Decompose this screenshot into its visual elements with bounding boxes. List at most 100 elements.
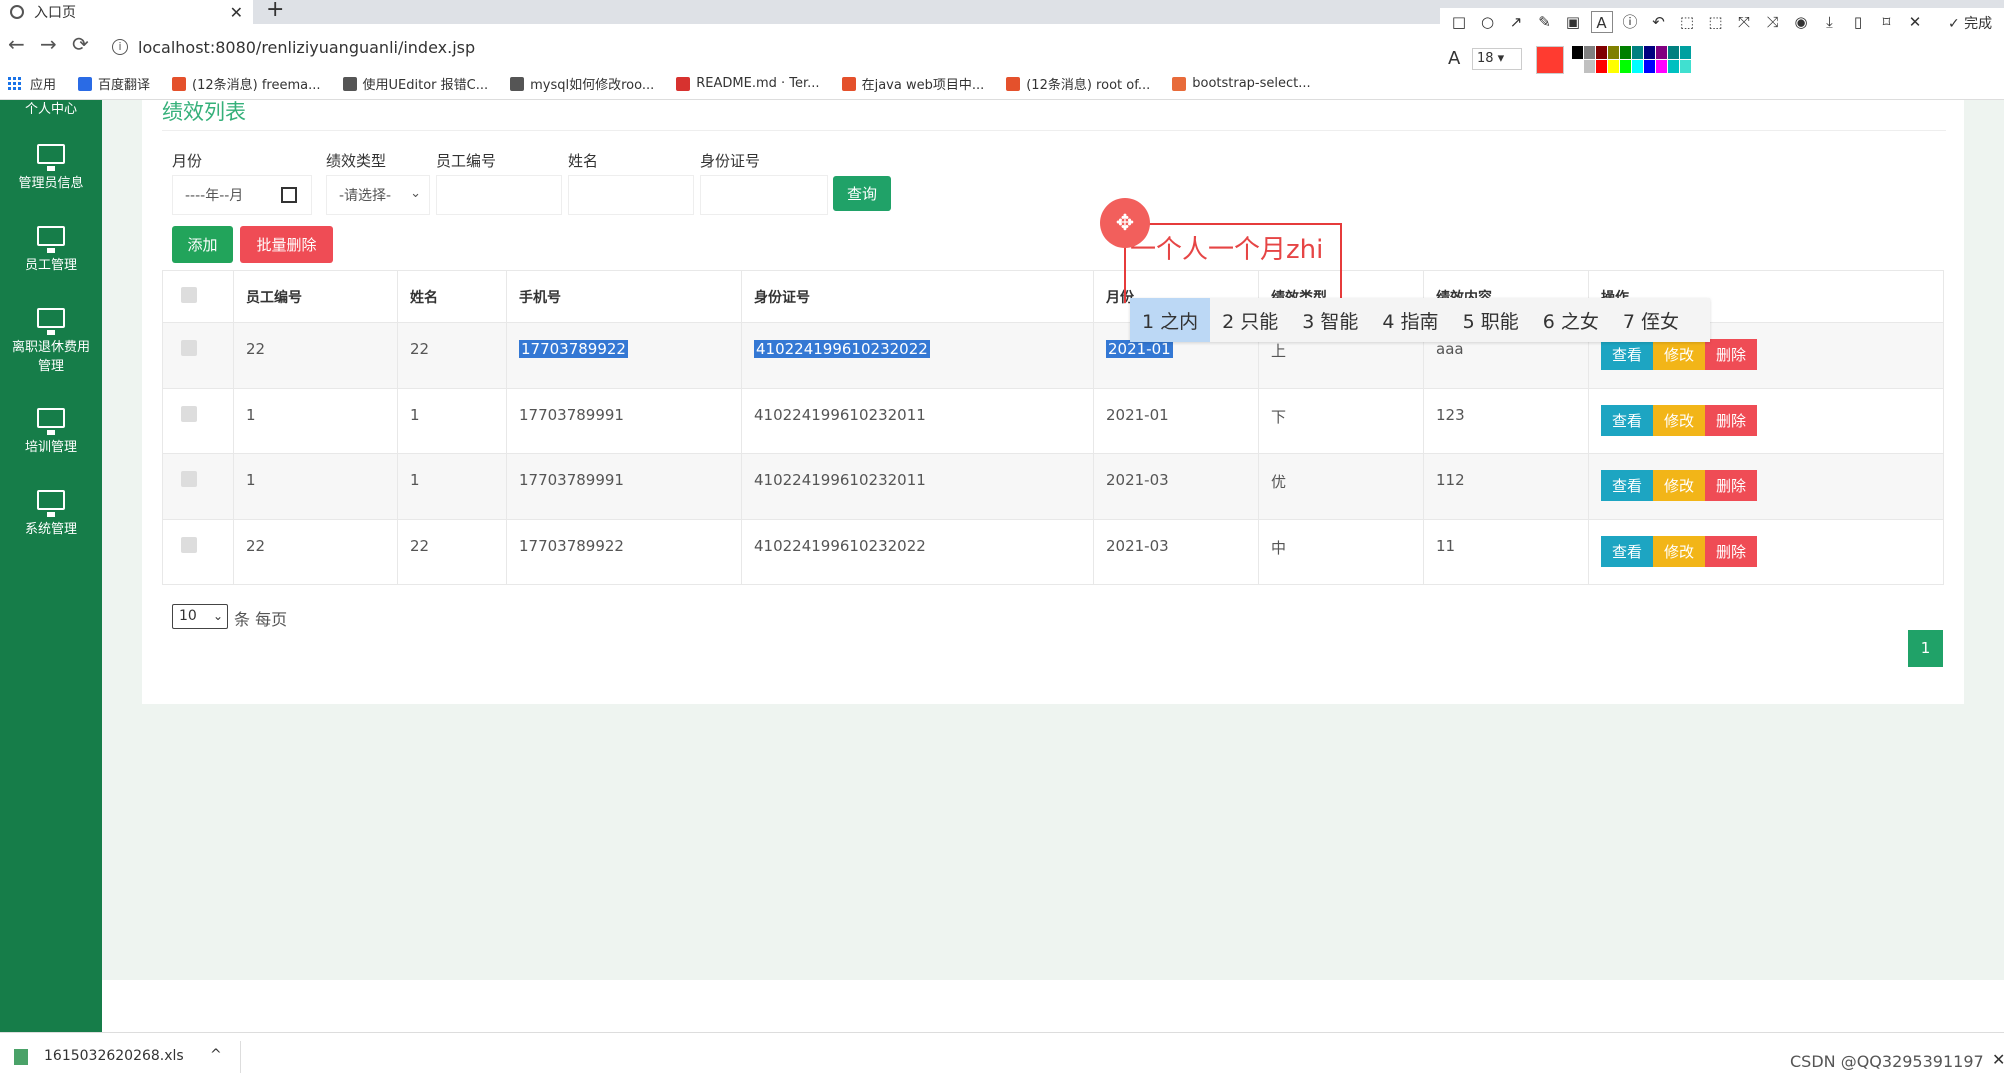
select-all-header[interactable] <box>162 270 234 323</box>
bookmark-item[interactable]: bootstrap-select... <box>1172 76 1311 91</box>
bookmark-item[interactable]: (12条消息) freema... <box>172 74 321 93</box>
row-select-cell[interactable] <box>162 387 234 454</box>
delete-button[interactable]: 删除 <box>1705 470 1757 501</box>
color-swatch[interactable] <box>1656 60 1667 73</box>
new-tab-button[interactable]: + <box>266 0 284 21</box>
calendar-icon[interactable] <box>281 187 297 203</box>
edit-button[interactable]: 修改 <box>1653 404 1705 436</box>
add-button[interactable]: 添加 <box>172 226 233 263</box>
edit-button[interactable]: 修改 <box>1653 339 1705 370</box>
color-swatch[interactable] <box>1668 60 1679 73</box>
annotation-tool-icon[interactable]: ▣ <box>1562 11 1584 33</box>
annotation-tool-icon[interactable]: ⌑ <box>1876 11 1898 33</box>
color-swatch[interactable] <box>1584 46 1595 59</box>
back-arrow-icon[interactable]: ← <box>8 32 25 56</box>
bookmark-item[interactable]: 百度翻译 <box>78 74 150 93</box>
ime-candidate[interactable]: 2 只能 <box>1210 298 1290 342</box>
annotation-tool-icon[interactable]: ◉ <box>1790 11 1812 33</box>
month-input[interactable]: ----年--月 <box>172 175 312 215</box>
ime-candidate[interactable]: 4 指南 <box>1370 298 1450 342</box>
color-swatch[interactable] <box>1572 60 1583 73</box>
color-swatch[interactable] <box>1572 46 1583 59</box>
color-swatch[interactable] <box>1596 46 1607 59</box>
color-swatch[interactable] <box>1668 46 1679 59</box>
annotation-tool-icon[interactable]: ⓘ <box>1619 11 1641 33</box>
annotation-tool-icon[interactable]: ✕ <box>1904 11 1926 33</box>
reload-icon[interactable]: ⟳ <box>72 32 89 56</box>
view-button[interactable]: 查看 <box>1601 339 1653 370</box>
current-color-swatch[interactable] <box>1536 46 1564 74</box>
ime-candidate[interactable]: 3 智能 <box>1290 298 1370 342</box>
color-swatch[interactable] <box>1620 46 1631 59</box>
annotation-tool-icon[interactable]: ⤧ <box>1733 11 1755 33</box>
color-swatch[interactable] <box>1584 60 1595 73</box>
color-swatch[interactable] <box>1620 60 1631 73</box>
annotation-done-button[interactable]: ✓ 完成 <box>1948 13 1992 33</box>
sidebar-item-training[interactable]: 培训管理 <box>0 408 102 457</box>
move-icon[interactable]: ✥ <box>1100 198 1150 248</box>
bookmark-item[interactable]: README.md · Ter... <box>676 76 820 91</box>
employee-number-input[interactable] <box>436 175 562 215</box>
delete-button[interactable]: 删除 <box>1705 404 1757 436</box>
name-input[interactable] <box>568 175 694 215</box>
batch-delete-button[interactable]: 批量删除 <box>240 226 333 263</box>
url-text[interactable]: localhost:8080/renliziyuanguanli/index.j… <box>138 38 475 57</box>
bookmark-item[interactable]: 使用UEditor 报错C... <box>342 74 488 93</box>
ime-candidate[interactable]: 1 之内 <box>1130 298 1211 342</box>
annotation-tool-icon[interactable]: □ <box>1448 11 1470 33</box>
sidebar-item-retirement-cost[interactable]: 离职退休费用管理 <box>0 308 102 376</box>
annotation-tool-icon[interactable]: ⤓ <box>1819 11 1841 33</box>
color-swatch[interactable] <box>1632 46 1643 59</box>
view-button[interactable]: 查看 <box>1601 470 1653 501</box>
view-button[interactable]: 查看 <box>1601 404 1653 436</box>
color-swatch[interactable] <box>1596 60 1607 73</box>
address-bar[interactable]: i localhost:8080/renliziyuanguanli/index… <box>112 34 475 60</box>
query-button[interactable]: 查询 <box>833 176 891 211</box>
row-select-cell[interactable] <box>162 322 234 389</box>
color-swatch[interactable] <box>1608 60 1619 73</box>
bookmark-item[interactable]: 在java web项目中... <box>841 74 984 93</box>
edit-button[interactable]: 修改 <box>1653 470 1705 501</box>
page-1-button[interactable]: 1 <box>1908 630 1943 667</box>
annotation-tool-icon[interactable]: ⤨ <box>1762 11 1784 33</box>
color-swatch[interactable] <box>1680 60 1691 73</box>
bookmark-item[interactable]: 应用 <box>8 74 56 93</box>
select-all-checkbox[interactable] <box>181 286 197 303</box>
annotation-tool-icon[interactable]: ✎ <box>1534 11 1556 33</box>
row-checkbox[interactable] <box>181 405 197 422</box>
sidebar-item-employee-management[interactable]: 员工管理 <box>0 226 102 275</box>
performance-type-select[interactable]: -请选择- ⌄ <box>326 175 430 215</box>
row-checkbox[interactable] <box>181 536 197 553</box>
row-checkbox[interactable] <box>181 471 197 487</box>
sidebar-item-admin-info[interactable]: 管理员信息 <box>0 144 102 193</box>
tab-close-icon[interactable]: ✕ <box>230 3 243 22</box>
font-size-select[interactable]: 18 ▾ <box>1472 48 1522 70</box>
color-swatch[interactable] <box>1644 46 1655 59</box>
forward-arrow-icon[interactable]: → <box>40 32 57 56</box>
sidebar-item-system[interactable]: 系统管理 <box>0 490 102 539</box>
annotation-tool-icon[interactable]: ↶ <box>1648 11 1670 33</box>
row-select-cell[interactable] <box>162 518 234 585</box>
chevron-up-icon[interactable]: ^ <box>210 1047 222 1063</box>
browser-tab[interactable]: 入口页 ✕ <box>0 0 253 24</box>
annotation-tool-icon[interactable]: ⬚ <box>1705 11 1727 33</box>
ime-candidate[interactable]: 7 侄女 <box>1611 298 1691 342</box>
page-size-select[interactable]: 10 ⌄ <box>172 604 228 629</box>
close-icon[interactable]: ✕ <box>1992 1050 2004 1069</box>
annotation-tool-icon[interactable]: ▯ <box>1847 11 1869 33</box>
bookmark-item[interactable]: (12条消息) root of... <box>1006 74 1150 93</box>
annotation-text[interactable]: 一个人一个月zhi <box>1130 229 1323 266</box>
annotation-tool-icon[interactable]: ⬚ <box>1676 11 1698 33</box>
id-number-input[interactable] <box>700 175 828 215</box>
color-swatch[interactable] <box>1608 46 1619 59</box>
annotation-tool-icon[interactable]: A <box>1590 11 1613 33</box>
ime-candidate[interactable]: 5 职能 <box>1451 298 1531 342</box>
edit-button[interactable]: 修改 <box>1653 535 1705 567</box>
color-swatch[interactable] <box>1656 46 1667 59</box>
color-swatch[interactable] <box>1644 60 1655 73</box>
delete-button[interactable]: 删除 <box>1705 535 1757 567</box>
download-file-name[interactable]: 1615032620268.xls <box>44 1048 184 1064</box>
sidebar-item-personal-center[interactable]: 个人中心 <box>0 100 102 119</box>
row-select-cell[interactable] <box>162 453 234 520</box>
info-icon[interactable]: i <box>112 39 128 55</box>
